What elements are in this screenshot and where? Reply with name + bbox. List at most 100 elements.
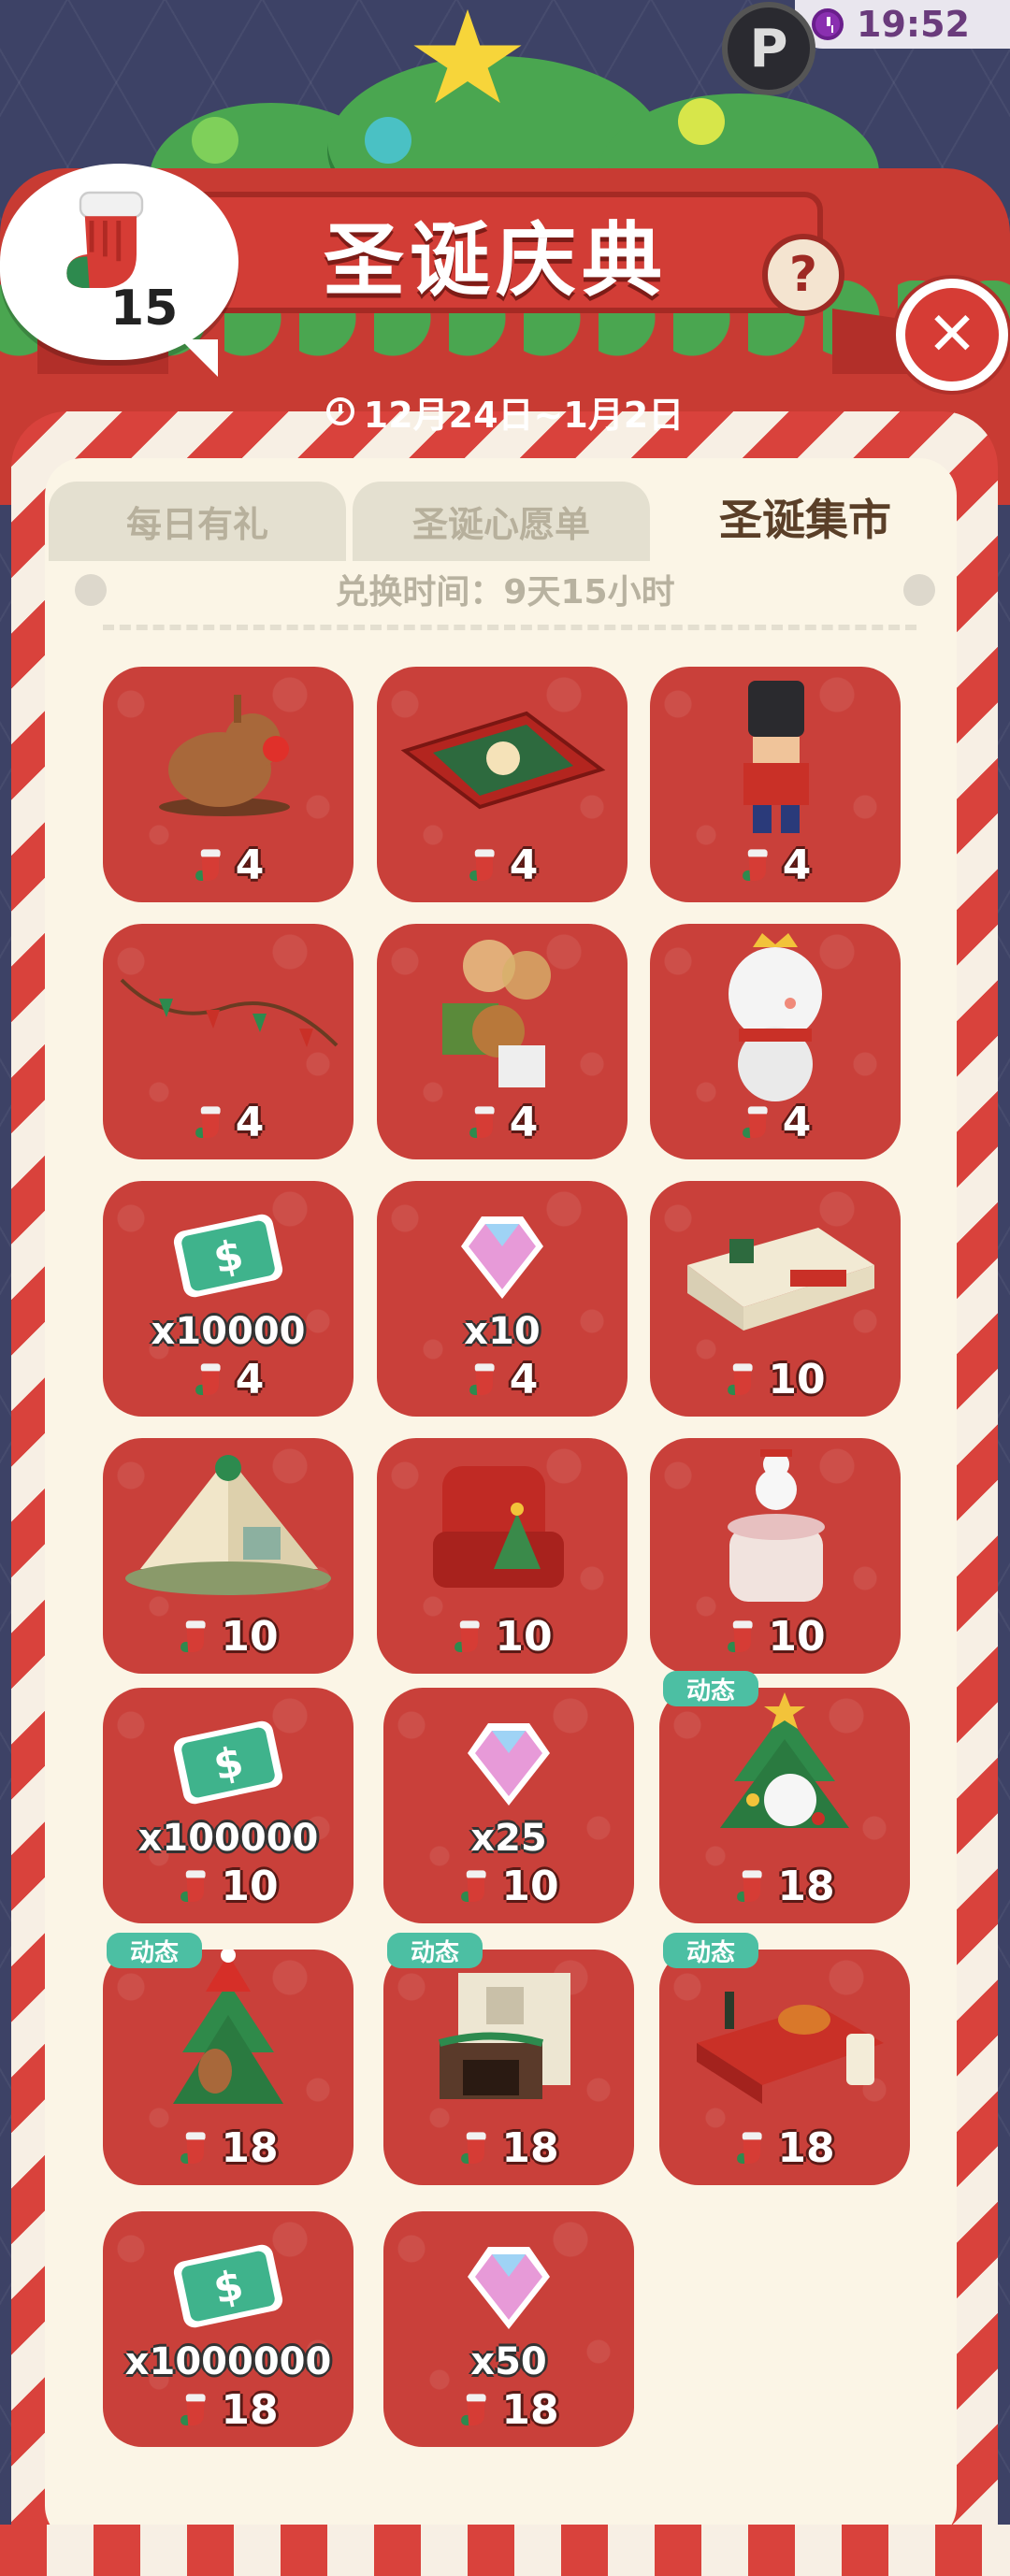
item-price: 18 [659,1863,910,1910]
price-value: 18 [501,2124,559,2172]
shop-item-card[interactable]: x50 18 [383,2211,634,2447]
bottom-border [0,2525,1010,2576]
item-price: 4 [103,842,354,889]
item-price: 4 [377,1099,628,1146]
clock-icon [325,397,354,425]
item-price: 18 [103,2124,354,2172]
shop-item-card[interactable]: $ x10000 4 [103,1181,354,1417]
price-value: 4 [235,1356,265,1403]
item-price: 4 [377,842,628,889]
stocking-icon [461,2131,486,2164]
price-value: 4 [509,1356,539,1403]
tab-wish-list[interactable]: 圣诞心愿单 [353,482,650,561]
item-price: 10 [377,1613,628,1661]
price-value: 10 [768,1613,826,1661]
exchange-time-row: 兑换时间：9天15小时 [75,561,935,617]
price-value: 18 [221,2124,279,2172]
stocking-icon [180,2131,206,2164]
pin-icon [75,574,107,606]
item-price: 18 [383,2124,634,2172]
shop-item-card[interactable]: 18 [659,1950,910,2185]
shop-item-card[interactable]: 18 [383,1950,634,2185]
stocking-icon [180,1619,206,1652]
stocking-icon [461,2393,486,2425]
item-price: 4 [377,1356,628,1403]
item-quantity: x100000 [137,1817,319,1860]
shop-item-card[interactable]: 4 [650,924,901,1159]
stocking-icon [469,1105,495,1138]
item-price: 10 [650,1613,901,1661]
shop-item-card[interactable]: 10 [650,1438,901,1674]
currency-count: 15 [110,281,179,337]
stocking-icon [742,1105,768,1138]
price-value: 10 [221,1613,279,1661]
item-quantity: x50 [470,2340,547,2383]
animated-badge: 动态 [663,1933,758,1968]
price-value: 4 [235,1099,265,1146]
animated-badge: 动态 [387,1933,483,1968]
help-button[interactable]: ? [762,234,844,316]
item-price: 4 [103,1099,354,1146]
stocking-icon [454,1619,480,1652]
exchange-time: 兑换时间：9天15小时 [335,573,675,612]
parking-sign-icon: P [722,2,815,95]
shop-item-card[interactable]: $ x100000 10 [103,1688,354,1923]
shop-item-card[interactable]: 18 [659,1688,910,1923]
item-price: 4 [650,842,901,889]
stocking-icon [461,1869,486,1902]
price-value: 4 [509,1099,539,1146]
item-price: 4 [103,1356,354,1403]
close-button[interactable]: ✕ [896,279,1008,391]
stocking-icon [195,848,221,881]
shop-item-card[interactable]: 18 [103,1950,354,2185]
stocking-icon [195,1105,221,1138]
stocking-icon [728,1362,753,1395]
tab-bar: 每日有礼 圣诞心愿单 圣诞集市 [49,472,954,561]
divider [103,625,916,630]
item-quantity: x1000000 [124,2340,332,2383]
shop-item-card[interactable]: 4 [103,924,354,1159]
price-value: 18 [777,2124,835,2172]
item-quantity: x10000 [151,1310,306,1353]
stocking-icon [469,1362,495,1395]
pin-icon [903,574,935,606]
shop-item-card[interactable]: x10 4 [377,1181,628,1417]
price-value: 18 [221,2386,279,2434]
stocking-icon [469,848,495,881]
stocking-icon [180,2393,206,2425]
item-price: 10 [383,1863,634,1910]
event-date-row: 12月24日~1月2日 [299,388,711,436]
shop-item-card[interactable]: x25 10 [383,1688,634,1923]
price-value: 18 [501,2386,559,2434]
shop-item-card[interactable]: 4 [650,667,901,902]
price-value: 4 [509,842,539,889]
shop-item-card[interactable]: 4 [103,667,354,902]
stocking-icon [737,2131,762,2164]
item-price: 10 [103,1613,354,1661]
shop-item-card[interactable]: 10 [650,1181,901,1417]
stocking-icon [180,1869,206,1902]
price-value: 4 [782,1099,812,1146]
clock-time: 19:52 [857,4,970,45]
tab-christmas-market[interactable]: 圣诞集市 [656,472,954,561]
tab-daily-gift[interactable]: 每日有礼 [49,482,346,561]
animated-badge: 动态 [663,1671,758,1706]
price-value: 10 [501,1863,559,1910]
page-title: 圣诞庆典 [324,213,668,308]
shop-item-card[interactable]: 10 [103,1438,354,1674]
item-price: 18 [383,2386,634,2434]
stocking-icon [195,1362,221,1395]
price-value: 10 [768,1356,826,1403]
status-clock: 19:52 [795,0,1010,49]
shop-item-card[interactable]: $ x1000000 18 [103,2211,354,2447]
item-price: 10 [650,1356,901,1403]
price-value: 4 [235,842,265,889]
shop-item-card[interactable]: 10 [377,1438,628,1674]
stocking-icon [742,848,768,881]
item-price: 10 [103,1863,354,1910]
shop-item-card[interactable]: 4 [377,667,628,902]
item-quantity: x25 [470,1817,547,1860]
shop-item-card[interactable]: 4 [377,924,628,1159]
item-price: 18 [659,2124,910,2172]
price-value: 10 [495,1613,553,1661]
